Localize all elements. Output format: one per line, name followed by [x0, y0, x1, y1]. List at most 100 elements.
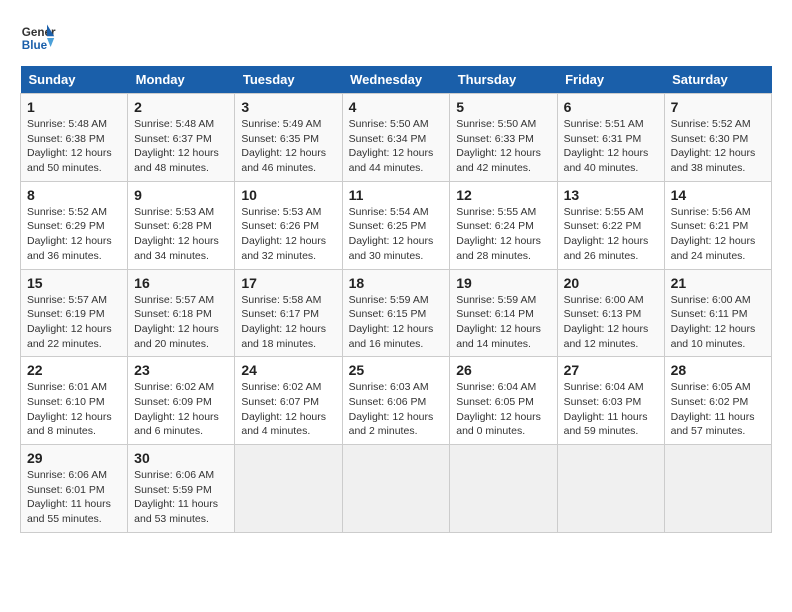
day-detail: Sunrise: 6:00 AMSunset: 6:13 PMDaylight:…: [564, 293, 658, 352]
day-number: 25: [349, 362, 444, 378]
day-number: 6: [564, 99, 658, 115]
page-header: General Blue: [20, 20, 772, 56]
day-detail: Sunrise: 6:00 AMSunset: 6:11 PMDaylight:…: [671, 293, 765, 352]
day-cell: 18 Sunrise: 5:59 AMSunset: 6:15 PMDayligh…: [342, 269, 450, 357]
day-number: 11: [349, 187, 444, 203]
day-cell: 2Sunrise: 5:48 AMSunset: 6:37 PMDaylight…: [128, 94, 235, 182]
day-cell: 11 Sunrise: 5:54 AMSunset: 6:25 PMDayligh…: [342, 181, 450, 269]
day-cell: 25 Sunrise: 6:03 AMSunset: 6:06 PMDayligh…: [342, 357, 450, 445]
day-number: 16: [134, 275, 228, 291]
day-cell: 14 Sunrise: 5:56 AMSunset: 6:21 PMDayligh…: [664, 181, 771, 269]
day-number: 30: [134, 450, 228, 466]
day-number: 4: [349, 99, 444, 115]
day-detail: Sunrise: 5:52 AMSunset: 6:30 PMDaylight:…: [671, 117, 765, 176]
day-cell: 1Sunrise: 5:48 AMSunset: 6:38 PMDaylight…: [21, 94, 128, 182]
svg-text:Blue: Blue: [22, 39, 48, 52]
day-detail: Sunrise: 6:04 AMSunset: 6:05 PMDaylight:…: [456, 380, 550, 439]
week-row-3: 15 Sunrise: 5:57 AMSunset: 6:19 PMDayligh…: [21, 269, 772, 357]
day-number: 19: [456, 275, 550, 291]
day-detail: Sunrise: 6:03 AMSunset: 6:06 PMDaylight:…: [349, 380, 444, 439]
day-cell: 23 Sunrise: 6:02 AMSunset: 6:09 PMDayligh…: [128, 357, 235, 445]
calendar-table: SundayMondayTuesdayWednesdayThursdayFrid…: [20, 66, 772, 533]
day-number: 29: [27, 450, 121, 466]
logo: General Blue: [20, 20, 56, 56]
day-number: 2: [134, 99, 228, 115]
day-cell: 29 Sunrise: 6:06 AMSunset: 6:01 PMDayligh…: [21, 445, 128, 533]
day-number: 9: [134, 187, 228, 203]
day-number: 18: [349, 275, 444, 291]
day-detail: Sunrise: 5:57 AMSunset: 6:19 PMDaylight:…: [27, 293, 121, 352]
day-cell: 16 Sunrise: 5:57 AMSunset: 6:18 PMDayligh…: [128, 269, 235, 357]
day-number: 24: [241, 362, 335, 378]
header-wednesday: Wednesday: [342, 66, 450, 94]
day-number: 23: [134, 362, 228, 378]
day-cell: [557, 445, 664, 533]
day-number: 21: [671, 275, 765, 291]
day-detail: Sunrise: 5:54 AMSunset: 6:25 PMDaylight:…: [349, 205, 444, 264]
day-detail: Sunrise: 5:50 AMSunset: 6:33 PMDaylight:…: [456, 117, 550, 176]
day-cell: 6 Sunrise: 5:51 AMSunset: 6:31 PMDaylight…: [557, 94, 664, 182]
day-detail: Sunrise: 6:02 AMSunset: 6:09 PMDaylight:…: [134, 380, 228, 439]
day-number: 3: [241, 99, 335, 115]
day-cell: [342, 445, 450, 533]
header-saturday: Saturday: [664, 66, 771, 94]
header-sunday: Sunday: [21, 66, 128, 94]
day-detail: Sunrise: 5:50 AMSunset: 6:34 PMDaylight:…: [349, 117, 444, 176]
day-detail: Sunrise: 6:05 AMSunset: 6:02 PMDaylight:…: [671, 380, 765, 439]
header-monday: Monday: [128, 66, 235, 94]
day-number: 12: [456, 187, 550, 203]
day-number: 27: [564, 362, 658, 378]
header-tuesday: Tuesday: [235, 66, 342, 94]
day-detail: Sunrise: 5:49 AMSunset: 6:35 PMDaylight:…: [241, 117, 335, 176]
day-detail: Sunrise: 5:56 AMSunset: 6:21 PMDaylight:…: [671, 205, 765, 264]
day-number: 20: [564, 275, 658, 291]
day-cell: 3 Sunrise: 5:49 AMSunset: 6:35 PMDaylight…: [235, 94, 342, 182]
week-row-4: 22 Sunrise: 6:01 AMSunset: 6:10 PMDayligh…: [21, 357, 772, 445]
day-number: 7: [671, 99, 765, 115]
day-detail: Sunrise: 6:02 AMSunset: 6:07 PMDaylight:…: [241, 380, 335, 439]
day-cell: 5Sunrise: 5:50 AMSunset: 6:33 PMDaylight…: [450, 94, 557, 182]
day-cell: 8Sunrise: 5:52 AMSunset: 6:29 PMDaylight…: [21, 181, 128, 269]
day-number: 10: [241, 187, 335, 203]
day-detail: Sunrise: 5:59 AMSunset: 6:15 PMDaylight:…: [349, 293, 444, 352]
day-detail: Sunrise: 5:59 AMSunset: 6:14 PMDaylight:…: [456, 293, 550, 352]
day-cell: 17 Sunrise: 5:58 AMSunset: 6:17 PMDayligh…: [235, 269, 342, 357]
day-detail: Sunrise: 5:51 AMSunset: 6:31 PMDaylight:…: [564, 117, 658, 176]
day-number: 17: [241, 275, 335, 291]
day-number: 22: [27, 362, 121, 378]
day-cell: 27 Sunrise: 6:04 AMSunset: 6:03 PMDayligh…: [557, 357, 664, 445]
day-cell: [450, 445, 557, 533]
day-cell: 22 Sunrise: 6:01 AMSunset: 6:10 PMDayligh…: [21, 357, 128, 445]
day-cell: 10 Sunrise: 5:53 AMSunset: 6:26 PMDayligh…: [235, 181, 342, 269]
day-number: 14: [671, 187, 765, 203]
week-row-2: 8Sunrise: 5:52 AMSunset: 6:29 PMDaylight…: [21, 181, 772, 269]
day-cell: 15 Sunrise: 5:57 AMSunset: 6:19 PMDayligh…: [21, 269, 128, 357]
day-cell: 4 Sunrise: 5:50 AMSunset: 6:34 PMDaylight…: [342, 94, 450, 182]
day-detail: Sunrise: 6:04 AMSunset: 6:03 PMDaylight:…: [564, 380, 658, 439]
day-number: 8: [27, 187, 121, 203]
day-cell: [235, 445, 342, 533]
calendar-header-row: SundayMondayTuesdayWednesdayThursdayFrid…: [21, 66, 772, 94]
day-number: 13: [564, 187, 658, 203]
day-number: 26: [456, 362, 550, 378]
week-row-5: 29 Sunrise: 6:06 AMSunset: 6:01 PMDayligh…: [21, 445, 772, 533]
day-cell: 21 Sunrise: 6:00 AMSunset: 6:11 PMDayligh…: [664, 269, 771, 357]
day-cell: [664, 445, 771, 533]
day-cell: 24 Sunrise: 6:02 AMSunset: 6:07 PMDayligh…: [235, 357, 342, 445]
day-cell: 12 Sunrise: 5:55 AMSunset: 6:24 PMDayligh…: [450, 181, 557, 269]
day-detail: Sunrise: 5:58 AMSunset: 6:17 PMDaylight:…: [241, 293, 335, 352]
day-detail: Sunrise: 5:53 AMSunset: 6:26 PMDaylight:…: [241, 205, 335, 264]
day-detail: Sunrise: 6:06 AMSunset: 6:01 PMDaylight:…: [27, 468, 121, 527]
day-cell: 30Sunrise: 6:06 AMSunset: 5:59 PMDayligh…: [128, 445, 235, 533]
day-cell: 9Sunrise: 5:53 AMSunset: 6:28 PMDaylight…: [128, 181, 235, 269]
header-thursday: Thursday: [450, 66, 557, 94]
day-detail: Sunrise: 5:57 AMSunset: 6:18 PMDaylight:…: [134, 293, 228, 352]
day-cell: 20 Sunrise: 6:00 AMSunset: 6:13 PMDayligh…: [557, 269, 664, 357]
day-cell: 7 Sunrise: 5:52 AMSunset: 6:30 PMDaylight…: [664, 94, 771, 182]
day-number: 28: [671, 362, 765, 378]
day-detail: Sunrise: 6:01 AMSunset: 6:10 PMDaylight:…: [27, 380, 121, 439]
day-number: 1: [27, 99, 121, 115]
day-cell: 26 Sunrise: 6:04 AMSunset: 6:05 PMDayligh…: [450, 357, 557, 445]
day-number: 15: [27, 275, 121, 291]
day-detail: Sunrise: 5:55 AMSunset: 6:24 PMDaylight:…: [456, 205, 550, 264]
